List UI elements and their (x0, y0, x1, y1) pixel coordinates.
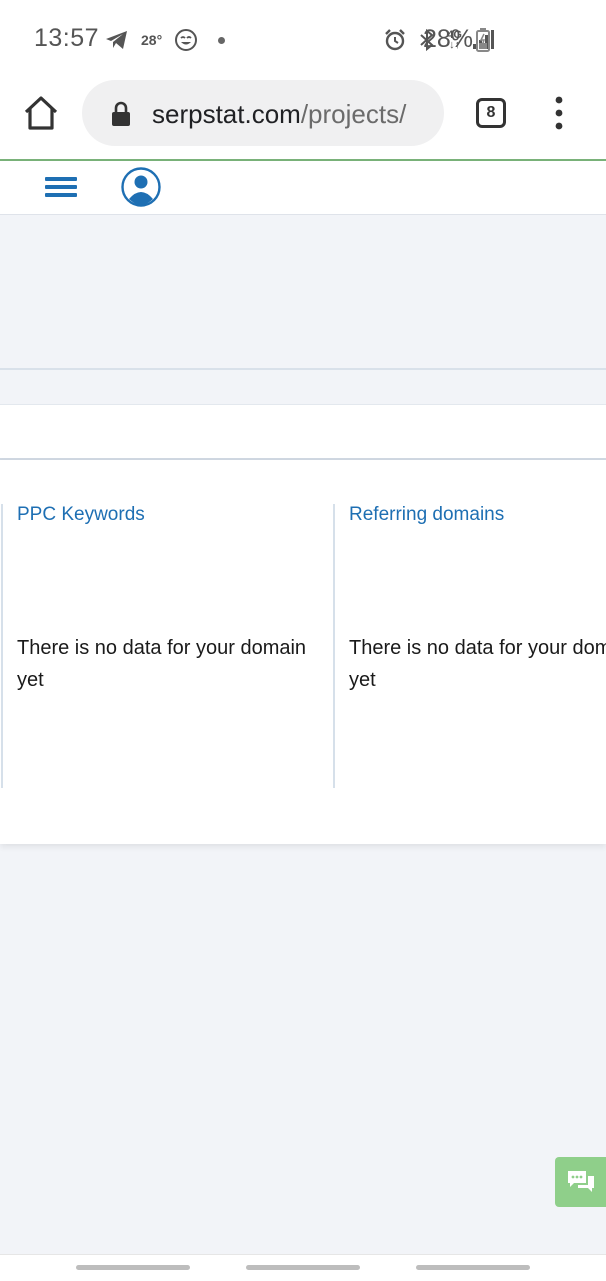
content-placeholder (0, 215, 606, 368)
url-text[interactable]: serpstat.com/projects/ (152, 99, 434, 130)
card-empty-message: There is no data for your domain yet (349, 637, 606, 691)
chat-widget-button[interactable] (555, 1157, 606, 1207)
card-empty-message: There is no data for your domain yet (17, 637, 307, 691)
status-left-icons: 28° (105, 27, 226, 53)
telegram-icon (106, 31, 127, 49)
notification-dot (218, 36, 226, 44)
tab-count: 8 (486, 104, 496, 121)
content-strip (0, 370, 606, 404)
tab-switcher-button[interactable]: 8 (476, 98, 506, 128)
nav-pill-center[interactable] (246, 1265, 360, 1270)
browser-toolbar: serpstat.com/projects/ 8 (0, 78, 606, 160)
system-nav-bar (0, 1254, 606, 1281)
card-title-referring-domains[interactable]: Referring domains (349, 504, 504, 526)
battery-icon (476, 28, 490, 52)
home-icon[interactable] (22, 94, 60, 132)
card-title-ppc-keywords[interactable]: PPC Keywords (17, 504, 145, 526)
chat-icon (568, 1171, 594, 1192)
url-domain: serpstat.com (152, 99, 301, 129)
metrics-cards-panel: PPC Keywords There is no data for your d… (0, 460, 606, 844)
nav-pill-right[interactable] (416, 1265, 530, 1270)
user-avatar-icon[interactable] (121, 167, 161, 207)
content-row (0, 405, 606, 458)
more-options-icon[interactable] (552, 96, 566, 130)
alarm-icon (385, 29, 406, 51)
status-bar: 13:57 28° 4G ↓↑ 28% (0, 0, 606, 78)
status-time: 13:57 (34, 24, 100, 52)
ppc-keywords-card: PPC Keywords There is no data for your d… (1, 504, 333, 788)
url-bar[interactable]: serpstat.com/projects/ (82, 80, 444, 146)
lock-icon (112, 101, 130, 126)
emoji-icon (175, 29, 198, 51)
app-header (0, 161, 606, 215)
battery-percent: 28% (423, 25, 474, 53)
nav-pill-left[interactable] (76, 1265, 190, 1270)
temperature-text: 28° (141, 32, 163, 48)
hamburger-menu-icon[interactable] (45, 175, 77, 199)
url-path: /projects/ (300, 99, 407, 129)
referring-domains-card: Referring domains There is no data for y… (333, 504, 606, 788)
